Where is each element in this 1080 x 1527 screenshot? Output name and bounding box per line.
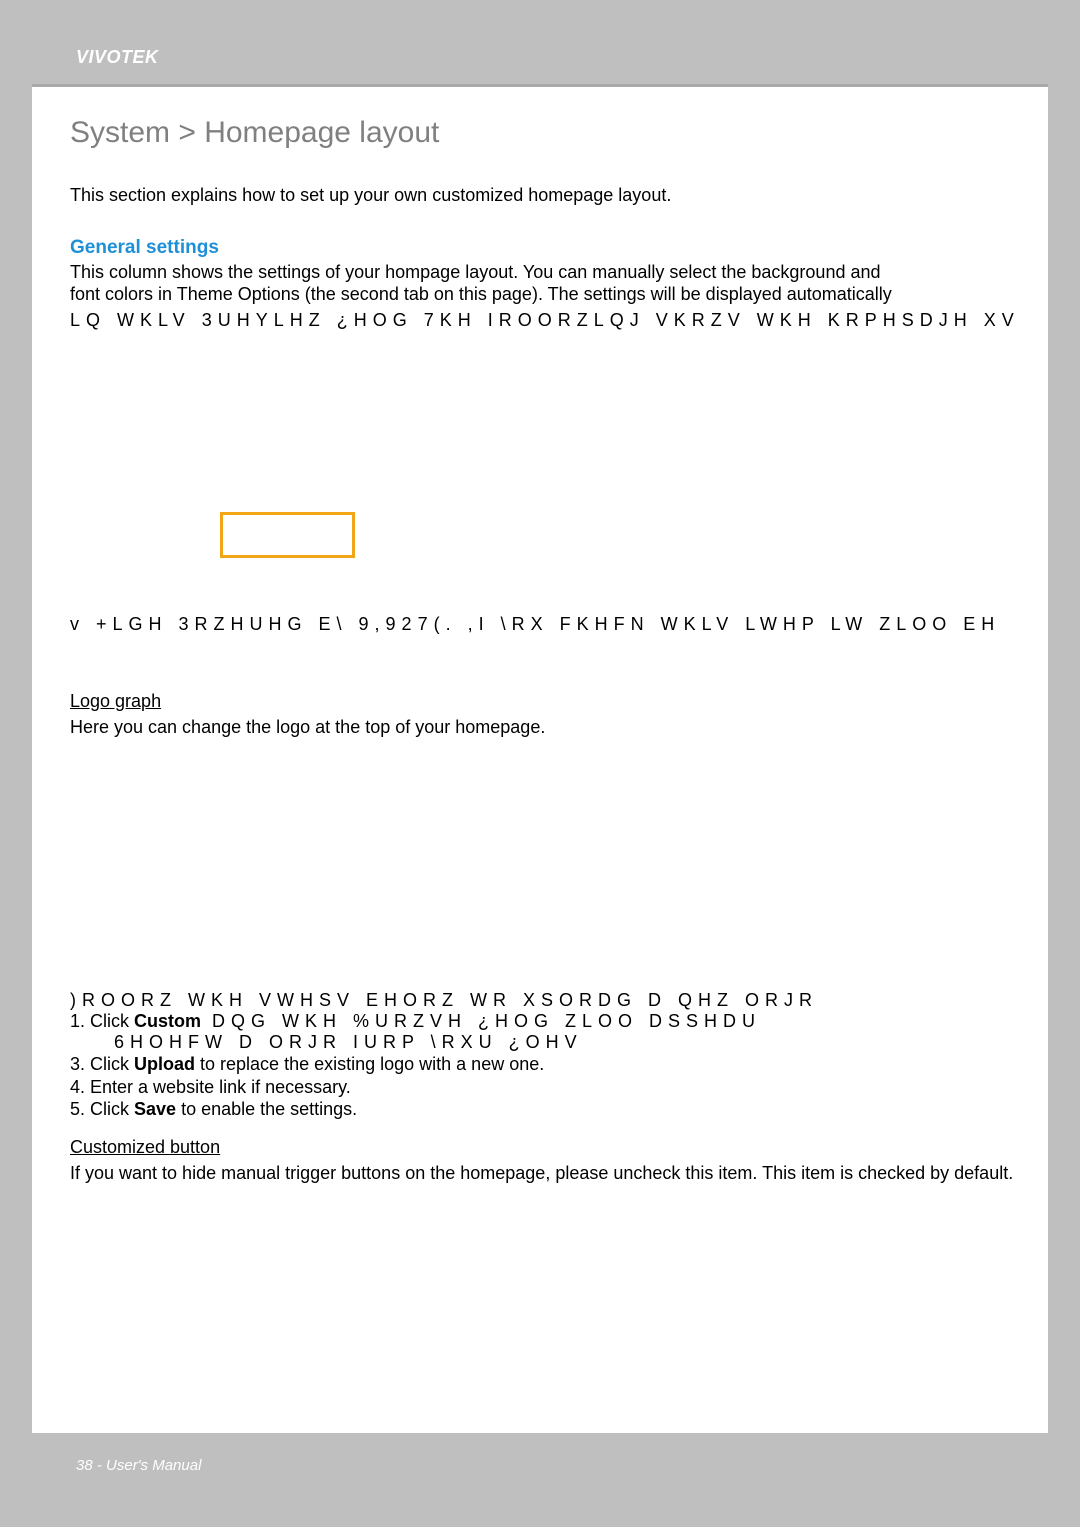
step-4: 4. Enter a website link if necessary. xyxy=(70,1076,1028,1099)
highlight-box xyxy=(220,512,355,558)
step-1: 1. Click Custom DQG WKH %URZVH ¿HOG ZLOO… xyxy=(70,1011,1028,1032)
step-3-prefix: 3. Click xyxy=(70,1054,134,1074)
step-1-prefix: 1. Click xyxy=(70,1011,134,1031)
header-band: VIVOTEK xyxy=(32,30,1048,84)
page-title: System > Homepage layout xyxy=(70,116,1028,150)
customized-button-heading: Customized button xyxy=(70,1137,220,1158)
steps-intro-garbled: )ROORZ WKH VWHSV EHORZ WR XSORDG D QHZ O… xyxy=(70,990,1028,1011)
header-underline xyxy=(32,84,1048,87)
step-1-suffix-garbled: DQG WKH %URZVH ¿HOG ZLOO DSSHDU xyxy=(201,1011,761,1031)
customized-button-text: If you want to hide manual trigger butto… xyxy=(70,1162,1028,1185)
footer-page-label: 38 - User's Manual xyxy=(76,1457,201,1474)
page: VIVOTEK System > Homepage layout This se… xyxy=(32,30,1048,1497)
footer-band: 38 - User's Manual xyxy=(32,1433,1048,1497)
general-settings-line2: font colors in Theme Options (the second… xyxy=(70,283,1028,306)
step-3-bold: Upload xyxy=(134,1054,195,1074)
hide-powered-by-bullet-garbled: v +LGH 3RZHUHG E\ 9,927(. ,I \RX FKHFN W… xyxy=(70,614,1028,635)
intro-text: This section explains how to set up your… xyxy=(70,184,1028,207)
step-5-prefix: 5. Click xyxy=(70,1099,134,1119)
logo-figure-area xyxy=(70,738,1028,986)
step-5: 5. Click Save to enable the settings. xyxy=(70,1098,1028,1121)
brand-logo-text: VIVOTEK xyxy=(76,47,159,68)
logo-graph-heading: Logo graph xyxy=(70,691,161,712)
logo-graph-text: Here you can change the logo at the top … xyxy=(70,716,1028,739)
step-1-bold: Custom xyxy=(134,1011,201,1031)
content-area: System > Homepage layout This section ex… xyxy=(70,116,1028,1184)
step-3-suffix: to replace the existing logo with a new … xyxy=(195,1054,544,1074)
step-2-garbled: 6HOHFW D ORJR IURP \RXU ¿OHV xyxy=(70,1032,1028,1053)
step-3: 3. Click Upload to replace the existing … xyxy=(70,1053,1028,1076)
step-5-suffix: to enable the settings. xyxy=(176,1099,357,1119)
general-settings-line1: This column shows the settings of your h… xyxy=(70,261,1028,284)
general-settings-heading: General settings xyxy=(70,237,1028,259)
general-settings-line3-garbled: LQ WKLV 3UHYLHZ ¿HOG 7KH IROORZLQJ VKRZV… xyxy=(70,308,1028,332)
step-5-bold: Save xyxy=(134,1099,176,1119)
preview-figure-area xyxy=(70,344,1028,570)
